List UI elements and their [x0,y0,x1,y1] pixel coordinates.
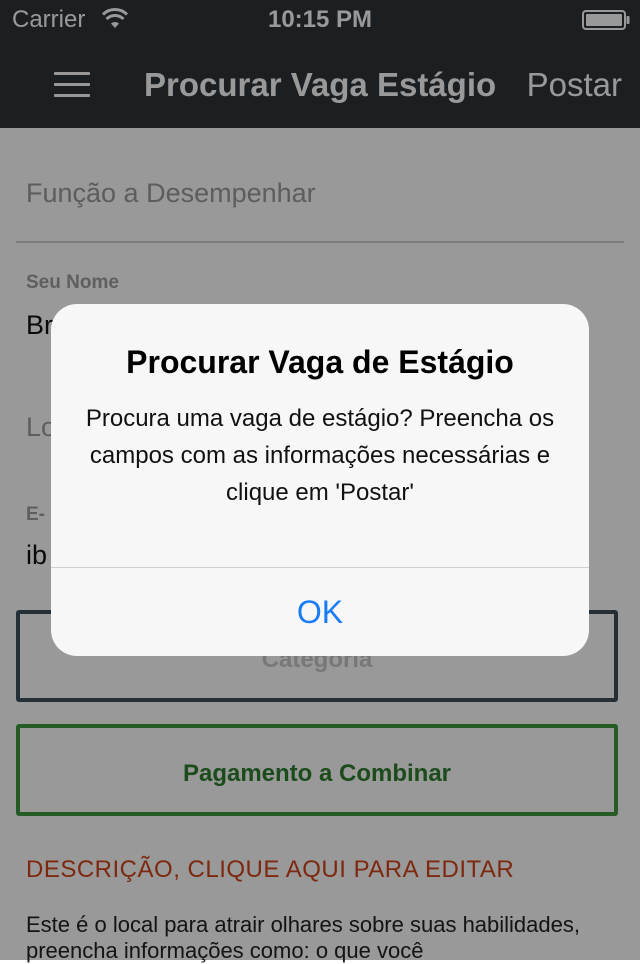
alert-message: Procura uma vaga de estágio? Preencha os… [85,405,555,506]
alert-title: Procurar Vaga de Estágio [126,344,514,380]
alert-dialog: Procurar Vaga de Estágio Procura uma vag… [51,304,589,656]
ok-button[interactable]: OK [51,568,589,656]
